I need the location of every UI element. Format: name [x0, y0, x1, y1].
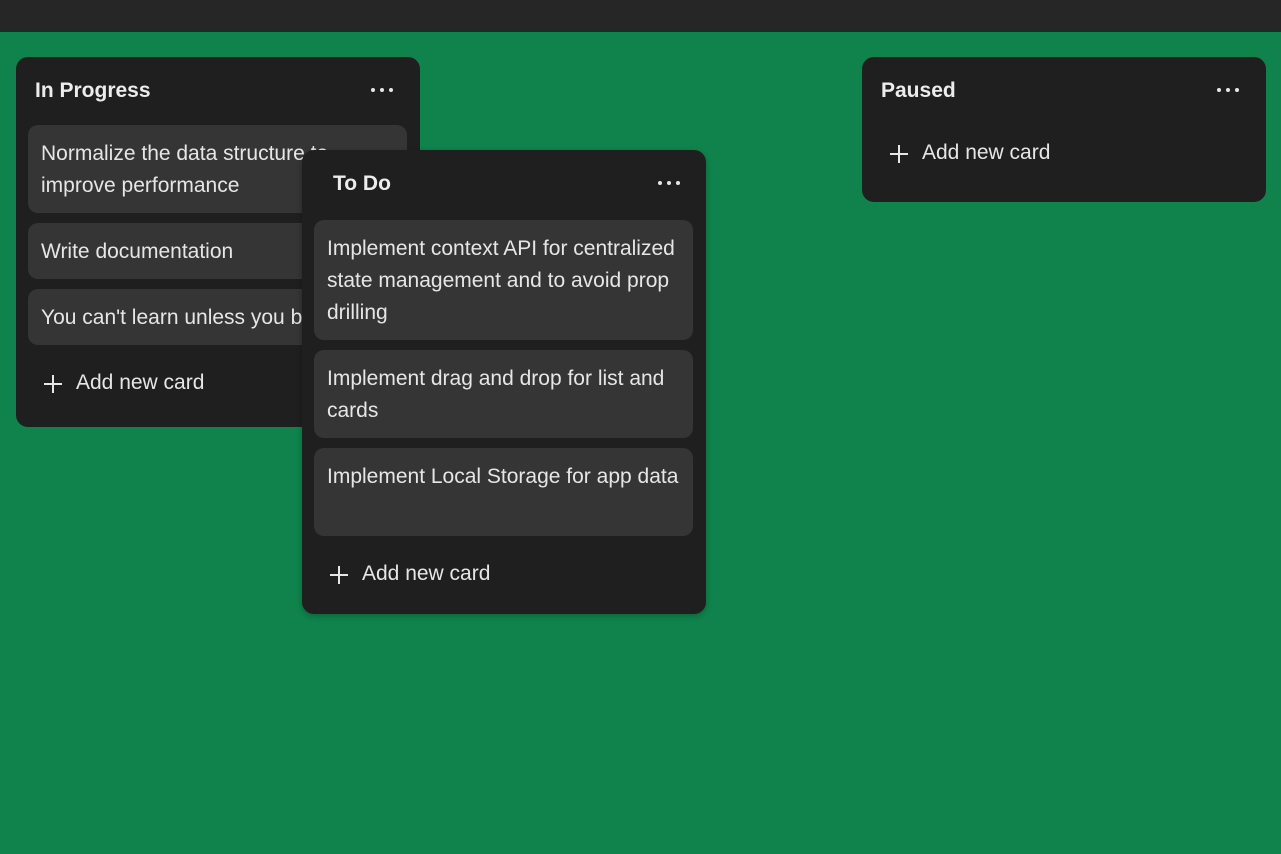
plus-icon [330, 566, 348, 584]
list-to-do[interactable]: To Do Implement context API for centrali… [302, 150, 706, 614]
add-new-card-label: Add new card [76, 371, 205, 394]
card[interactable]: Implement Local Storage for app data [314, 448, 693, 536]
list-header: In Progress [28, 57, 407, 125]
top-bar [0, 0, 1281, 32]
list-title: In Progress [35, 79, 151, 102]
list-paused: Paused Add new card [862, 57, 1266, 202]
add-new-card-label: Add new card [922, 141, 1051, 164]
more-horizontal-icon[interactable] [658, 178, 680, 188]
add-new-card-button[interactable]: Add new card [314, 546, 693, 602]
add-new-card-label: Add new card [362, 562, 491, 585]
card[interactable]: Implement context API for centralized st… [314, 220, 693, 340]
card[interactable]: Implement drag and drop for list and car… [314, 350, 693, 438]
more-horizontal-icon[interactable] [1217, 85, 1239, 95]
list-title: Paused [881, 79, 956, 102]
add-new-card-button[interactable]: Add new card [874, 125, 1253, 181]
more-horizontal-icon[interactable] [371, 85, 393, 95]
list-title: To Do [333, 172, 391, 195]
list-header: To Do [314, 150, 693, 218]
plus-icon [890, 145, 908, 163]
list-header: Paused [874, 57, 1253, 133]
plus-icon [44, 375, 62, 393]
